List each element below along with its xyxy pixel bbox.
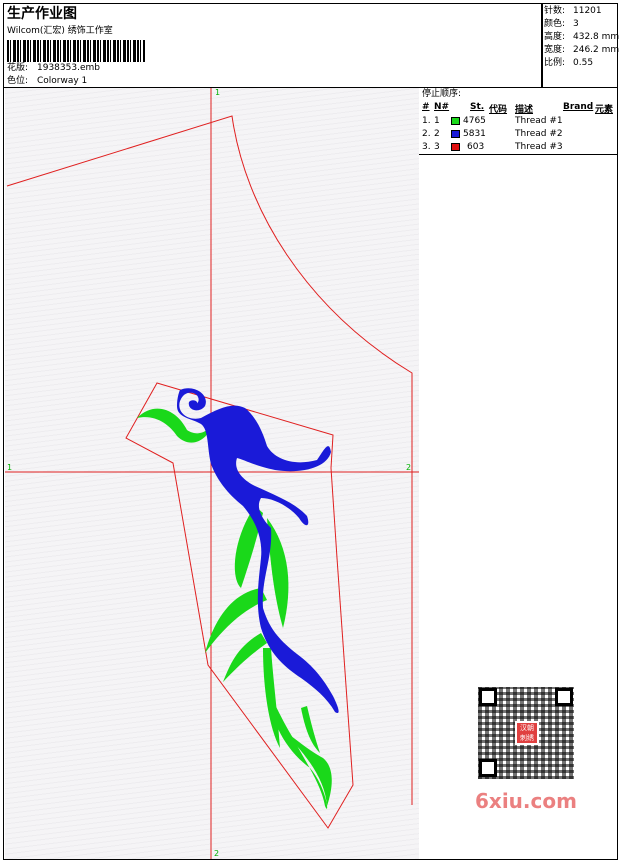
header-desc: 描述 [515, 105, 534, 115]
header-code: 代码 [489, 105, 508, 115]
design-canvas: 1 1 2 2 [5, 88, 419, 859]
row-desc: Thread #3 [515, 142, 563, 152]
table-row: 2. 2 5831 Thread #2 [419, 129, 617, 141]
thread-swatch [451, 143, 460, 151]
stop-sequence-panel: 停止顺序: # N# St. 代码 描述 Brand 元素 1. 1 4765 … [418, 87, 618, 155]
scale-value: 0.55 [573, 58, 594, 68]
company-name: Wilcom(汇宏) 绣饰工作室 [7, 26, 113, 36]
stitch-count-value: 11201 [573, 6, 602, 16]
stop-sequence-header: # N# St. 代码 描述 Brand 元素 [419, 102, 617, 115]
header-brand: Brand [563, 102, 594, 112]
stats-panel: 针数: 11201 颜色: 3 高度: 432.8 mm 宽度: 246.2 m… [541, 3, 620, 88]
thread-swatch [451, 117, 460, 125]
row-code: 5831 [463, 129, 486, 139]
scale-label: 比例: [544, 58, 566, 68]
guide-label-right: 2 [406, 463, 411, 472]
colorway-label: 色位: [7, 76, 29, 86]
qr-finder-bl [479, 759, 497, 777]
file-label: 花版: [7, 63, 29, 73]
guide-label-top: 1 [215, 88, 220, 97]
guide-label-bottom: 2 [214, 849, 219, 858]
height-label: 高度: [544, 32, 566, 42]
row-num: 2. [422, 129, 431, 139]
width-value: 246.2 mm [573, 45, 620, 55]
header-panel: 生产作业图 Wilcom(汇宏) 绣饰工作室 花版: 1938353.emb 色… [3, 3, 543, 88]
table-row: 3. 3 603 Thread #3 [419, 142, 617, 154]
colorway-value: Colorway 1 [37, 76, 88, 86]
qr-finder-tr [555, 688, 573, 706]
seal-icon: 汉朝刺绣 [515, 721, 539, 745]
row-num: 1. [422, 116, 431, 126]
page-title: 生产作业图 [7, 6, 77, 22]
header-st: St. [470, 102, 485, 112]
header-n: N# [434, 102, 450, 112]
seal-text: 汉朝刺绣 [520, 724, 534, 742]
guide-label-left: 1 [7, 463, 12, 472]
row-desc: Thread #1 [515, 116, 563, 126]
table-row: 1. 1 4765 Thread #1 [419, 116, 617, 128]
row-n: 1 [434, 116, 440, 126]
stop-sequence-title: 停止顺序: [422, 89, 462, 99]
watermark-logo: 6xiu.com [475, 789, 577, 813]
row-code: 603 [467, 142, 485, 152]
file-value: 1938353.emb [37, 63, 100, 73]
qr-finder-tl [479, 688, 497, 706]
row-desc: Thread #2 [515, 129, 563, 139]
color-count-value: 3 [573, 19, 579, 29]
row-num: 3. [422, 142, 431, 152]
header-element: 元素 [595, 105, 614, 115]
stitch-count-label: 针数: [544, 6, 566, 16]
qr-watermark: 汉朝刺绣 [472, 683, 582, 783]
header-num: # [422, 102, 430, 112]
row-n: 3 [434, 142, 440, 152]
width-label: 宽度: [544, 45, 566, 55]
embroidery-design: 1 1 2 2 [5, 88, 419, 859]
row-n: 2 [434, 129, 440, 139]
barcode [7, 40, 145, 62]
garment-outline [6, 115, 413, 805]
thread-swatch [451, 130, 460, 138]
height-value: 432.8 mm [573, 32, 620, 42]
row-code: 4765 [463, 116, 486, 126]
color-count-label: 颜色: [544, 19, 566, 29]
